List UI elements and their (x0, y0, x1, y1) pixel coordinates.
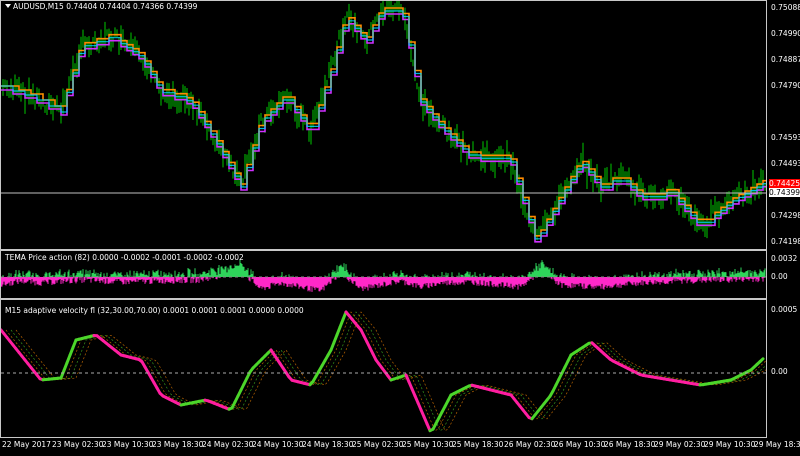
price-label: 0.75088 (771, 3, 800, 12)
time-label: 29 May 10:30 (704, 440, 756, 449)
time-label: 29 May 02:30 (654, 440, 706, 449)
time-label: 26 May 10:30 (554, 440, 606, 449)
time-label: 26 May 18:30 (604, 440, 656, 449)
price-label: 0.74298 (771, 211, 800, 220)
time-label: 24 May 02:30 (202, 440, 254, 449)
symbol-name: AUDUSD,M15 (13, 2, 64, 11)
tema-histogram (1, 259, 766, 292)
velocity-indicator-pane[interactable]: M15 adaptive velocity fl (32,30.00,70.00… (0, 299, 767, 438)
tema-axis-label: 0.0032 (771, 254, 798, 263)
price-label: 0.74887 (771, 55, 800, 64)
price-label: 0.74198 (771, 237, 800, 246)
time-label: 25 May 10:30 (402, 440, 454, 449)
candle-series (2, 1, 766, 242)
bid-price-tag: 0.74399 (769, 188, 800, 197)
price-chart-canvas[interactable] (1, 1, 766, 249)
main-chart-pane[interactable]: AUDUSD,M15 0.74404 0.74404 0.74366 0.743… (0, 0, 767, 250)
tema-axis: 0.0032 0.00 (767, 250, 800, 299)
velocity-line-segment (758, 357, 765, 364)
velocity-axis-label: 0.0005 (771, 305, 798, 314)
time-label: 23 May 18:30 (152, 440, 204, 449)
time-label: 22 May 2017 (2, 440, 51, 449)
time-label: 26 May 02:30 (504, 440, 556, 449)
velocity-axis-label: 0.00 (771, 367, 788, 376)
velocity-axis: 0.0005 0.00 (767, 299, 800, 438)
symbol-dropdown-icon[interactable] (5, 4, 11, 8)
time-label: 24 May 18:30 (302, 440, 354, 449)
tema-title: TEMA Price action (82) 0.0000 -0.0002 -0… (5, 253, 244, 262)
ask-price-tag: 0.74425 (769, 179, 800, 188)
velocity-signal-line (10, 311, 766, 432)
price-label: 0.74790 (771, 81, 800, 90)
time-label: 23 May 10:30 (102, 440, 154, 449)
lower-band-line (1, 13, 766, 243)
velocity-title: M15 adaptive velocity fl (32,30.00,70.00… (5, 306, 304, 315)
price-axis[interactable]: 0.75088 0.74990 0.74887 0.74790 0.74593 … (767, 0, 800, 250)
time-label: 25 May 02:30 (352, 440, 404, 449)
tema-axis-label: 0.00 (771, 272, 788, 281)
ohlc-values: 0.74404 0.74404 0.74366 0.74399 (66, 2, 198, 11)
symbol-title: AUDUSD,M15 0.74404 0.74404 0.74366 0.743… (13, 2, 197, 11)
time-label: 29 May 18:30 (754, 440, 800, 449)
velocity-line-canvas[interactable] (1, 300, 766, 437)
price-label: 0.74493 (771, 159, 800, 168)
price-label: 0.74593 (771, 133, 800, 142)
time-label: 23 May 02:30 (52, 440, 104, 449)
velocity-signal-line (15, 311, 766, 432)
tema-indicator-pane[interactable]: TEMA Price action (82) 0.0000 -0.0002 -0… (0, 250, 767, 299)
price-label: 0.74990 (771, 29, 800, 38)
trend-line (1, 10, 766, 240)
time-label: 24 May 10:30 (252, 440, 304, 449)
time-axis: 22 May 2017 23 May 02:30 23 May 10:30 23… (0, 438, 800, 456)
time-label: 25 May 18:30 (452, 440, 504, 449)
